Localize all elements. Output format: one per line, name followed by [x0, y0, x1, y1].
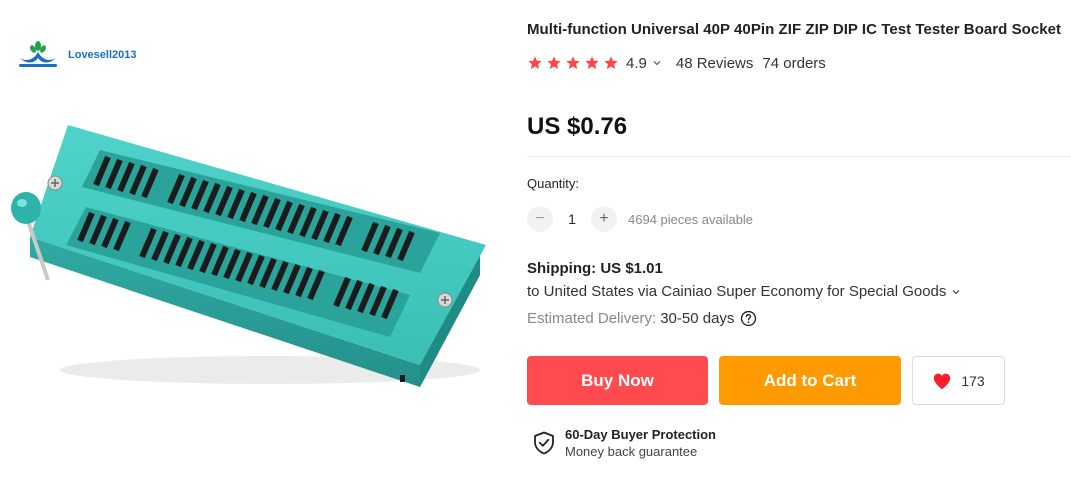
rating-stars: [527, 55, 619, 71]
product-info: Multi-function Universal 40P 40Pin ZIF Z…: [527, 0, 1071, 501]
rating-row: 4.9 48 Reviews 74 orders: [527, 54, 826, 72]
quantity-input[interactable]: 1: [553, 211, 591, 227]
rating-value: 4.9: [626, 54, 647, 72]
estimated-delivery: Estimated Delivery: 30-50 days: [527, 310, 757, 327]
chevron-down-icon: [653, 61, 661, 66]
protection-text: 60-Day Buyer Protection Money back guara…: [565, 427, 716, 459]
brand-logo-icon: [19, 41, 57, 67]
star-icon: [528, 56, 542, 69]
rating-dropdown[interactable]: 4.9: [626, 55, 662, 72]
product-image-area: Lovesell2013: [0, 0, 510, 501]
protection-subtitle: Money back guarantee: [565, 444, 698, 459]
product-title: Multi-function Universal 40P 40Pin ZIF Z…: [527, 21, 1062, 38]
brand-name: Lovesell2013: [68, 49, 137, 61]
orders-count: 74 orders: [762, 54, 826, 72]
shipping-route: to United States via Cainiao Super Econo…: [527, 283, 947, 300]
product-price: US $0.76: [527, 113, 628, 140]
wishlist-button[interactable]: 173: [912, 356, 1005, 405]
delivery-label: Estimated Delivery:: [527, 310, 657, 327]
quantity-decrease-button[interactable]: −: [527, 206, 553, 232]
delivery-days: 30-50 days: [660, 310, 735, 327]
quantity-stepper: − 1 + 4694 pieces available: [527, 206, 753, 232]
brand-logo: Lovesell2013: [16, 40, 137, 70]
zif-socket-image: [11, 125, 486, 387]
shipping-cost: Shipping: US $1.01: [527, 260, 663, 277]
shield-check-icon: [534, 431, 554, 455]
star-icon: [566, 56, 580, 69]
heart-icon: [934, 373, 951, 389]
buyer-protection: 60-Day Buyer Protection Money back guara…: [533, 427, 716, 459]
divider: [527, 156, 1071, 157]
shipping-method-dropdown[interactable]: to United States via Cainiao Super Econo…: [527, 283, 961, 300]
chevron-down-icon: [952, 289, 960, 294]
star-icon: [585, 56, 599, 69]
wishlist-count: 173: [961, 372, 985, 389]
star-icon: [547, 56, 561, 69]
buy-now-button[interactable]: Buy Now: [527, 356, 708, 405]
protection-title: 60-Day Buyer Protection: [565, 427, 716, 442]
question-icon[interactable]: [740, 310, 757, 327]
quantity-increase-button[interactable]: +: [591, 206, 617, 232]
quantity-available: 4694 pieces available: [628, 211, 754, 227]
star-icon: [604, 56, 618, 69]
add-to-cart-button[interactable]: Add to Cart: [719, 356, 901, 405]
quantity-label: Quantity:: [527, 176, 580, 191]
reviews-link[interactable]: 48 Reviews: [676, 55, 754, 72]
